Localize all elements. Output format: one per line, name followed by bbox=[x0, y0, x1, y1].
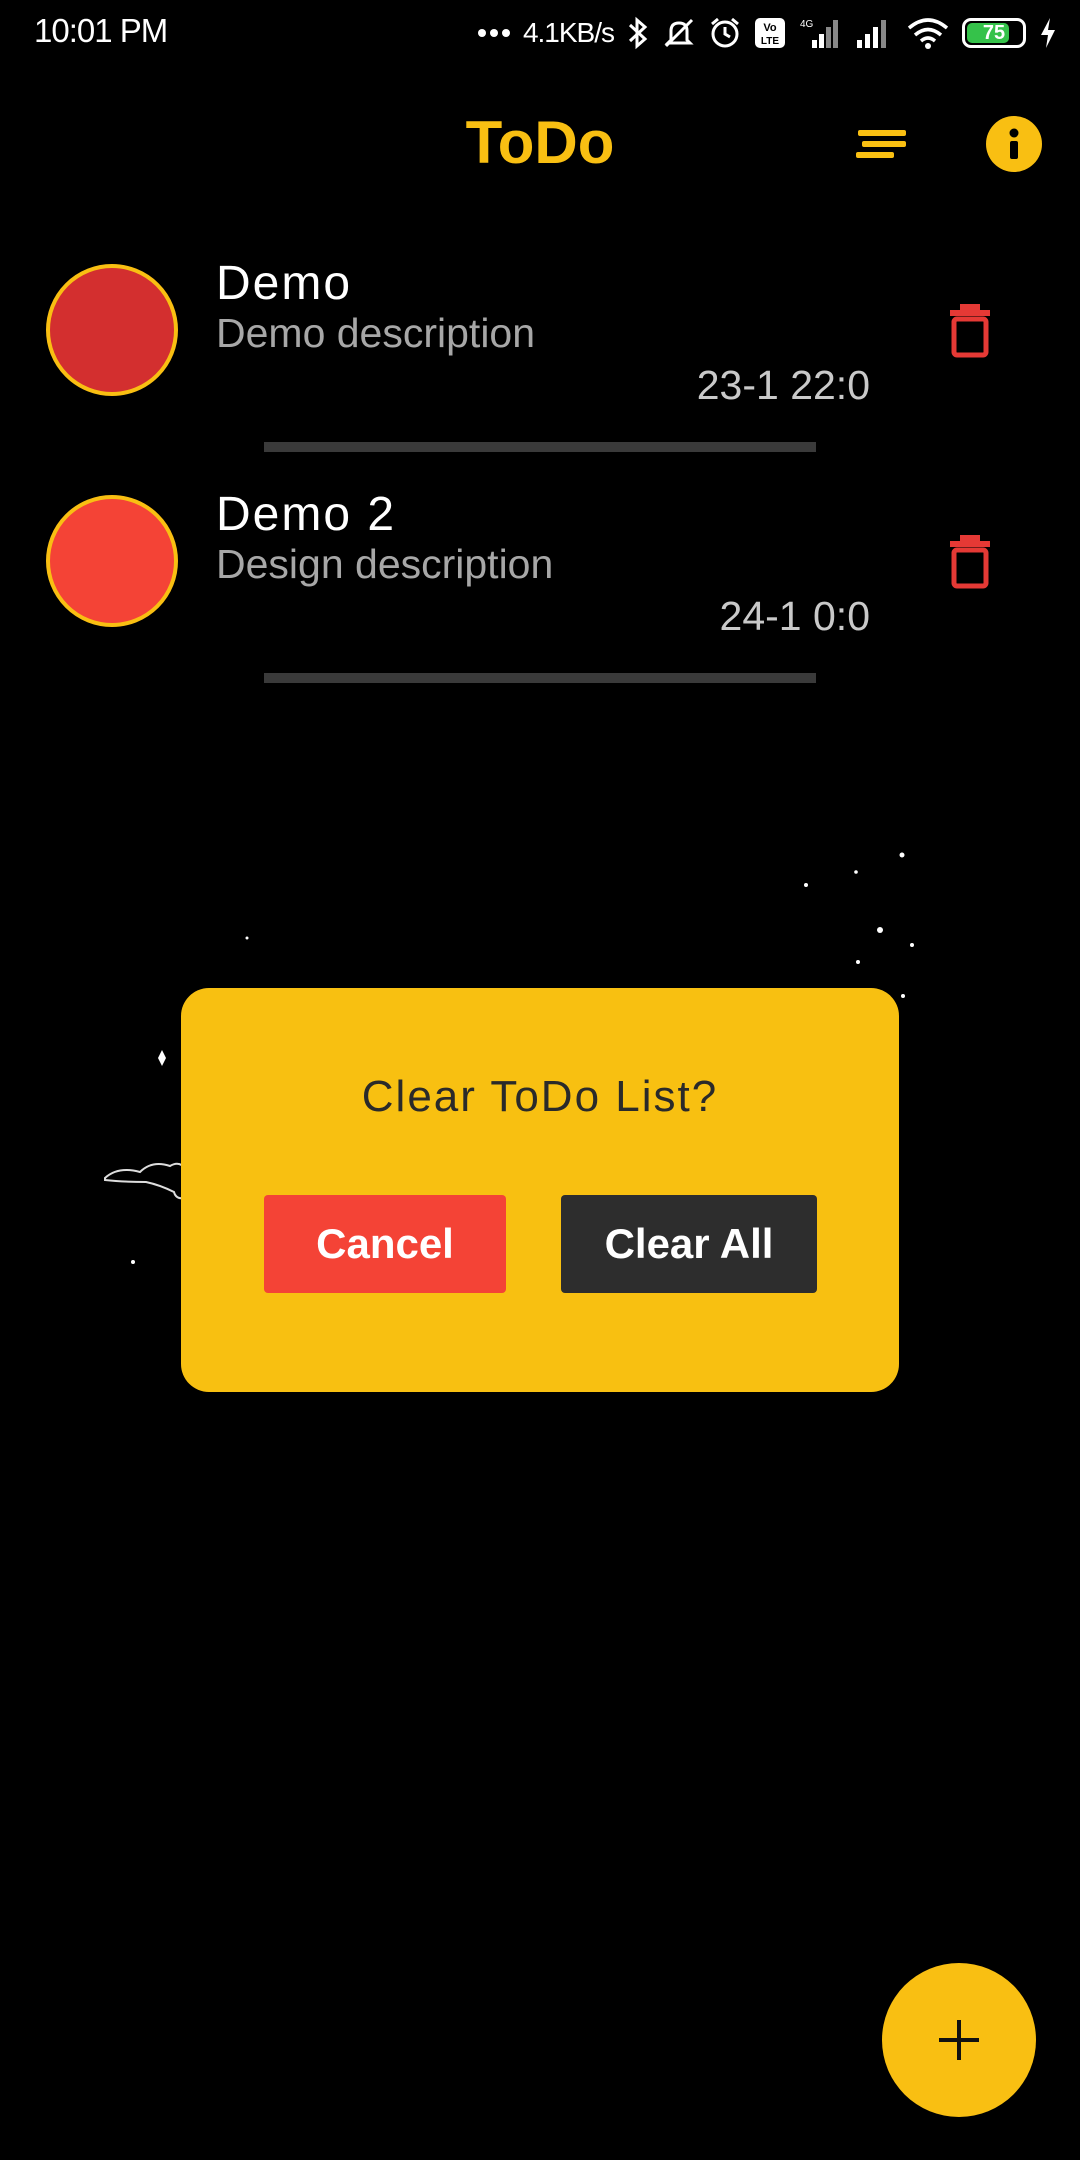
plus-icon bbox=[939, 2020, 979, 2060]
todo-title: Demo 2 bbox=[216, 488, 397, 541]
todo-item[interactable]: Demo Demo description 23-1 22:0 bbox=[0, 257, 1080, 494]
mute-icon bbox=[662, 16, 696, 50]
network-speed: 4.1KB/s bbox=[522, 17, 615, 48]
battery-icon: 75 bbox=[962, 18, 1026, 48]
svg-text:4G: 4G bbox=[800, 19, 814, 30]
info-icon bbox=[1009, 128, 1019, 159]
todo-color-indicator bbox=[46, 264, 178, 396]
todo-date: 24-1 0:0 bbox=[719, 593, 870, 639]
add-todo-button[interactable] bbox=[882, 1963, 1036, 2117]
signal-4g-icon: 4G bbox=[798, 16, 842, 50]
volte-icon: Vo LTE bbox=[754, 17, 786, 49]
bluetooth-icon bbox=[626, 16, 650, 50]
dots-icon bbox=[477, 28, 511, 38]
wifi-icon bbox=[906, 16, 950, 50]
info-button[interactable] bbox=[986, 116, 1042, 172]
status-bar: 10:01 PM 4.1KB/s Vo LTE 4G 75 bbox=[0, 0, 1080, 66]
status-icons: 4.1KB/s Vo LTE 4G 75 bbox=[477, 10, 1058, 56]
alarm-icon bbox=[708, 16, 742, 50]
cancel-button[interactable]: Cancel bbox=[264, 1195, 506, 1293]
delete-button[interactable] bbox=[946, 533, 994, 589]
todo-title: Demo bbox=[216, 257, 353, 310]
charging-icon bbox=[1038, 16, 1058, 50]
trash-icon bbox=[950, 535, 990, 589]
divider bbox=[264, 442, 816, 452]
clear-dialog: Clear ToDo List? Cancel Clear All bbox=[181, 988, 899, 1392]
trash-icon bbox=[950, 304, 990, 358]
signal-icon bbox=[854, 16, 894, 50]
delete-button[interactable] bbox=[946, 302, 994, 358]
app-title: ToDo bbox=[465, 109, 615, 176]
todo-date: 23-1 22:0 bbox=[696, 362, 870, 408]
todo-color-indicator bbox=[46, 495, 178, 627]
clear-all-button[interactable]: Clear All bbox=[561, 1195, 817, 1293]
svg-text:LTE: LTE bbox=[761, 36, 779, 47]
sort-button[interactable] bbox=[852, 122, 912, 166]
sort-icon bbox=[856, 130, 906, 158]
todo-description: Design description bbox=[216, 541, 554, 587]
dialog-title: Clear ToDo List? bbox=[361, 1072, 719, 1121]
status-time: 10:01 PM bbox=[34, 12, 168, 49]
todo-item[interactable]: Demo 2 Design description 24-1 0:0 bbox=[0, 488, 1080, 725]
todo-description: Demo description bbox=[216, 310, 536, 356]
divider bbox=[264, 673, 816, 683]
battery-level: 75 bbox=[982, 21, 1006, 44]
svg-text:Vo: Vo bbox=[763, 22, 777, 34]
